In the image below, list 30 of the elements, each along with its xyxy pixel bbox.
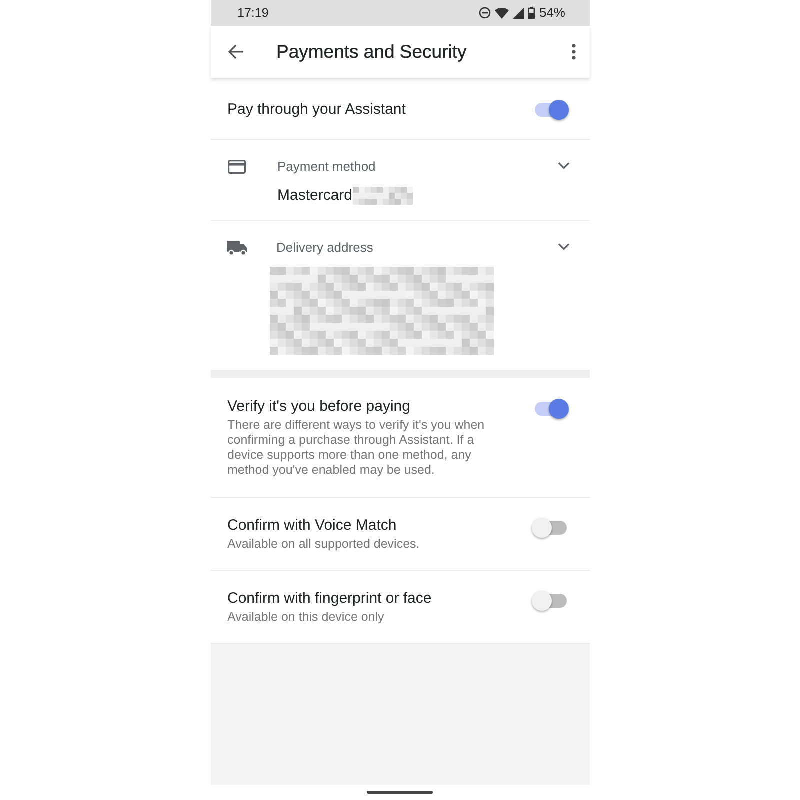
setting-description: There are different ways to verify it's you when confirming a purchase through Assistant. If a device supports more than one method, any method you've enabled may be used. (228, 418, 486, 478)
setting-title: Confirm with Voice Match (228, 517, 398, 535)
battery-percent: 54% (539, 4, 566, 22)
setting-description: Available on this device only (228, 610, 386, 625)
toggle-switch[interactable] (532, 590, 570, 612)
truck-icon (226, 241, 248, 256)
setting-description: Available on all supported devices. (228, 537, 421, 552)
setting-title: Confirm with fingerprint or face (228, 590, 433, 608)
redacted-card-number (352, 187, 413, 205)
wifi-icon (495, 8, 510, 18)
field-label: Payment method (278, 159, 377, 175)
more-options-button[interactable] (572, 44, 576, 60)
setting-title: Verify it's you before paying (228, 398, 412, 416)
card-name: Mastercard (278, 187, 353, 205)
expand-button[interactable] (558, 243, 570, 251)
status-time: 17:19 (238, 4, 269, 22)
page-title: Payments and Security (276, 40, 467, 64)
back-button[interactable] (228, 44, 244, 60)
expand-button[interactable] (558, 162, 570, 170)
credit-card-icon (228, 160, 246, 174)
chevron-down-icon (558, 243, 570, 251)
more-options-icon (572, 44, 576, 60)
toggle-switch[interactable] (532, 517, 570, 539)
field-label: Delivery address (276, 240, 374, 256)
do-not-disturb-icon (479, 7, 492, 19)
chevron-down-icon (558, 162, 570, 170)
setting-title: Pay through your Assistant (228, 100, 407, 118)
back-arrow-icon (228, 44, 244, 60)
signal-icon (513, 8, 524, 18)
battery-icon (528, 7, 536, 19)
